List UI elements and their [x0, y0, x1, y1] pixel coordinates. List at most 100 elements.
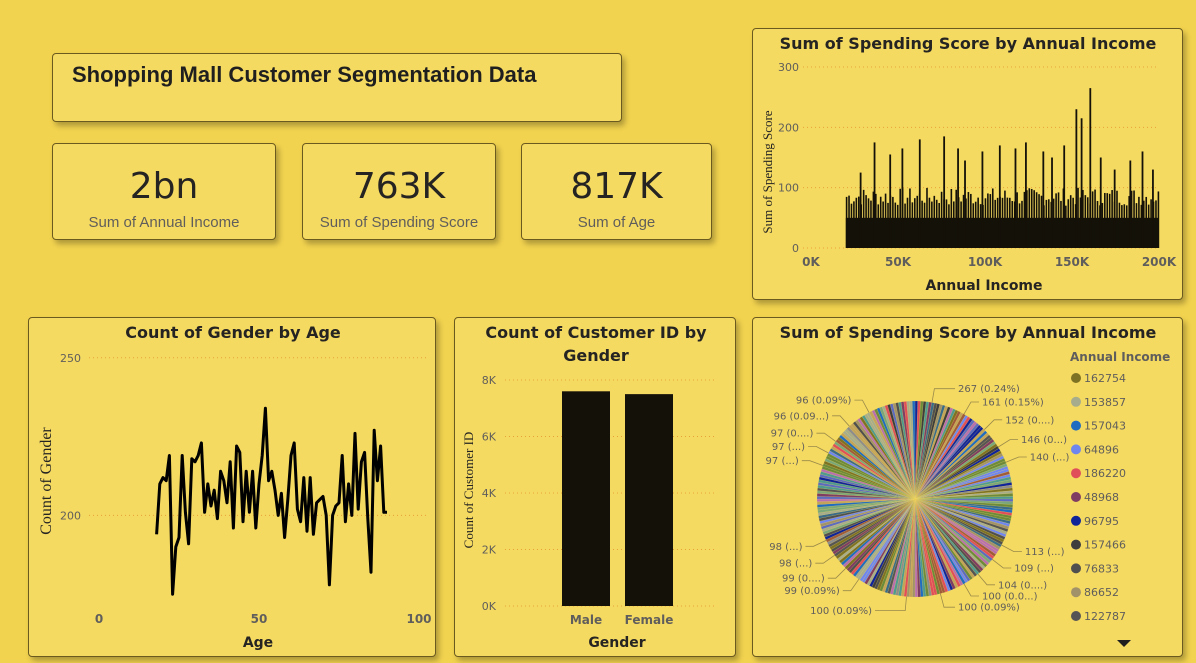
legend-swatch — [1071, 563, 1081, 574]
bar-series[interactable] — [845, 88, 1160, 249]
y-axis-title: Count of Gender — [38, 427, 55, 535]
legend-scroll-down-icon[interactable] — [1117, 640, 1131, 647]
pie-data-label: 109 (...) — [1014, 564, 1054, 575]
x-axis-title: Gender — [588, 635, 645, 651]
legend-label: 76833 — [1084, 562, 1119, 575]
pie-slices[interactable] — [816, 400, 1014, 598]
bar-peak[interactable] — [943, 136, 946, 248]
line-series[interactable] — [155, 406, 387, 596]
y-tick-label: 6K — [482, 431, 497, 444]
pie-data-label: 97 (...) — [766, 456, 799, 467]
legend-item[interactable]: 162754 — [1071, 372, 1126, 385]
label-leader — [805, 540, 827, 547]
gender-by-age-line-card[interactable]: Count of Gender by Age Age Count of Gend… — [28, 317, 436, 657]
bar-peak[interactable] — [873, 142, 876, 248]
label-leader — [815, 554, 835, 564]
pie-data-label: 146 (0...) — [1021, 435, 1067, 446]
legend-label: 153857 — [1084, 396, 1126, 409]
bar-peak[interactable] — [957, 148, 959, 248]
pie-data-label: 99 (0....) — [782, 574, 825, 585]
legend[interactable]: 162754 153857 157043 64896 186220 48968 96795 1… — [1071, 372, 1126, 623]
legend-item[interactable]: 48968 — [1071, 491, 1119, 504]
pie-data-label: 96 (0.09%) — [796, 396, 852, 407]
legend-item[interactable]: 76833 — [1071, 562, 1119, 575]
bar-male[interactable] — [562, 391, 610, 606]
x-tick-label: 50 — [251, 612, 268, 626]
legend-label: 157466 — [1084, 539, 1126, 552]
kpi-value: 817K — [570, 166, 663, 207]
bar-peak[interactable] — [998, 145, 1001, 248]
kpi-card-spending-score[interactable]: 763K Sum of Spending Score — [302, 143, 496, 240]
bar-peak[interactable] — [1099, 157, 1102, 249]
bar-peak[interactable] — [889, 154, 892, 248]
kpi-label: Sum of Annual Income — [88, 214, 240, 231]
gender-by-age-line-chart[interactable]: Count of Gender by Age Age Count of Gend… — [29, 318, 437, 658]
spending-by-income-pie-chart[interactable]: Sum of Spending Score by Annual Income 2… — [753, 318, 1184, 658]
bar-female[interactable] — [625, 394, 673, 606]
legend-label: 64896 — [1084, 443, 1119, 456]
legend-label: 162754 — [1084, 372, 1126, 385]
y-tick-label: 300 — [778, 61, 799, 74]
pie-data-label: 140 (...) — [1030, 453, 1070, 464]
chart-title: Count of Gender by Age — [125, 323, 341, 342]
legend-item[interactable]: 64896 — [1071, 443, 1119, 456]
legend-item[interactable]: 153857 — [1071, 396, 1126, 409]
legend-item[interactable]: 96795 — [1071, 515, 1119, 528]
label-leader — [963, 583, 979, 597]
legend-item[interactable]: 157466 — [1071, 539, 1126, 552]
y-tick-label: 8K — [482, 374, 497, 387]
label-leader — [875, 596, 907, 612]
legend-item[interactable]: 186220 — [1071, 467, 1126, 480]
pie-data-label: 161 (0.15%) — [982, 398, 1044, 409]
pie-data-label: 98 (...) — [769, 542, 802, 553]
legend-item[interactable]: 122787 — [1071, 610, 1126, 623]
bar-peak[interactable] — [1075, 109, 1078, 248]
kpi-card-age[interactable]: 817K Sum of Age — [521, 143, 712, 240]
y-tick-label: 2K — [482, 544, 497, 557]
bar-peak[interactable] — [1025, 142, 1027, 248]
label-leader — [977, 573, 995, 586]
bar-peak[interactable] — [1141, 151, 1144, 248]
bar-peak[interactable] — [1089, 88, 1092, 248]
label-leader — [801, 460, 824, 466]
bar-peak[interactable] — [859, 172, 862, 248]
x-tick-label: 200K — [1142, 255, 1177, 269]
bar-peak[interactable] — [918, 139, 921, 248]
pie-data-label: 100 (0.0...) — [982, 592, 1038, 603]
legend-swatch — [1071, 611, 1081, 621]
spending-by-income-bar-chart[interactable]: Sum of Spending Score by Annual Income A… — [753, 29, 1184, 301]
legend-label: 86652 — [1084, 586, 1119, 599]
bar-peak[interactable] — [1152, 169, 1154, 248]
bar-peak[interactable] — [1113, 169, 1116, 248]
legend-label: 122787 — [1084, 610, 1126, 623]
legend-item[interactable]: 86652 — [1071, 586, 1119, 599]
kpi-value: 2bn — [129, 166, 199, 207]
bar-peak[interactable] — [1051, 157, 1053, 249]
legend-swatch — [1071, 373, 1081, 383]
y-tick-label: 0 — [792, 242, 799, 255]
spending-by-income-pie-card[interactable]: Sum of Spending Score by Annual Income 2… — [752, 317, 1183, 657]
bar-peak[interactable] — [1080, 118, 1083, 249]
y-axis-title: Sum of Spending Score — [760, 110, 775, 233]
bar-peak[interactable] — [901, 148, 904, 248]
bar-peak[interactable] — [1042, 151, 1045, 248]
pie-data-label: 100 (0.09%) — [958, 603, 1020, 614]
label-leader — [854, 399, 870, 413]
spending-by-income-bar-card[interactable]: Sum of Spending Score by Annual Income A… — [752, 28, 1183, 300]
bar-peak[interactable] — [1129, 160, 1132, 248]
customers-by-gender-bar-chart[interactable]: Count of Customer ID by Gender Gender Co… — [455, 318, 737, 658]
legend-label: 157043 — [1084, 420, 1126, 433]
legend-swatch — [1071, 420, 1081, 431]
bar-peak[interactable] — [964, 160, 966, 248]
legend-swatch — [1071, 396, 1081, 407]
label-leader — [1005, 456, 1027, 463]
bar-mass[interactable] — [845, 217, 1159, 248]
y-tick-label: 200 — [60, 509, 81, 522]
bar-peak[interactable] — [1063, 145, 1066, 248]
pie-data-label: 99 (0.09%) — [784, 586, 840, 597]
customers-by-gender-bar-card[interactable]: Count of Customer ID by Gender Gender Co… — [454, 317, 736, 657]
bar-peak[interactable] — [981, 151, 984, 248]
legend-item[interactable]: 157043 — [1071, 420, 1126, 433]
bar-peak[interactable] — [1014, 148, 1017, 248]
kpi-card-annual-income[interactable]: 2bn Sum of Annual Income — [52, 143, 276, 240]
